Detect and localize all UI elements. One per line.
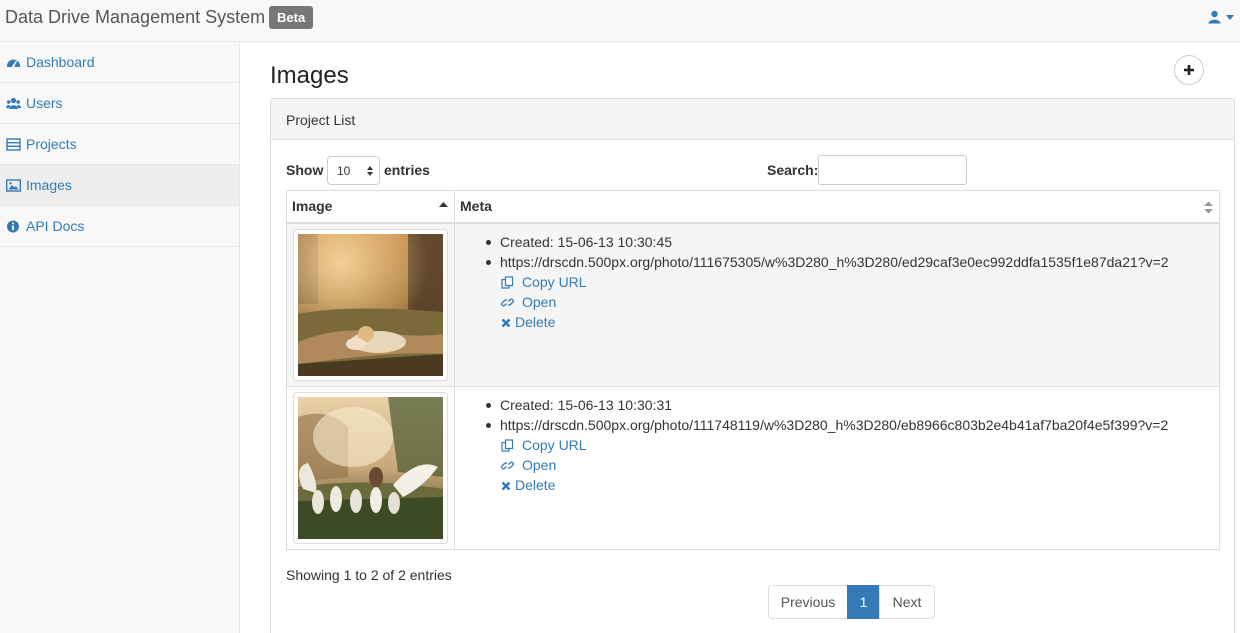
- sidebar: Dashboard Users Projects Images API Docs: [0, 42, 240, 633]
- sidebar-item-projects[interactable]: Projects: [0, 124, 239, 165]
- users-icon: [6, 97, 21, 109]
- column-header-image[interactable]: Image: [286, 190, 455, 224]
- sidebar-item-api-docs[interactable]: API Docs: [0, 206, 239, 247]
- column-label: Meta: [460, 198, 492, 215]
- open-label: Open: [522, 293, 557, 310]
- close-icon: [501, 318, 511, 327]
- image-thumbnail[interactable]: [293, 391, 448, 544]
- column-header-meta[interactable]: Meta: [454, 190, 1220, 224]
- copy-url-label: Copy URL: [522, 273, 587, 290]
- link-icon: [501, 461, 514, 469]
- close-icon: [501, 481, 511, 490]
- copy-icon: [501, 438, 514, 452]
- beta-badge: Beta: [269, 6, 314, 29]
- copy-url-link[interactable]: Copy URL: [455, 272, 1219, 292]
- open-link[interactable]: Open: [455, 455, 1219, 475]
- list-icon: [6, 138, 21, 151]
- table-row: Created: 15-06-13 10:30:31 https://drscd…: [286, 385, 1220, 550]
- open-link[interactable]: Open: [455, 292, 1219, 312]
- created-timestamp: Created: 15-06-13 10:30:45: [455, 232, 1219, 252]
- sort-both-icon: [1204, 201, 1213, 214]
- page-1-button[interactable]: 1: [847, 585, 880, 619]
- copy-icon: [501, 275, 514, 289]
- sidebar-item-dashboard[interactable]: Dashboard: [0, 42, 239, 83]
- delete-link[interactable]: Delete: [455, 312, 1219, 332]
- sidebar-item-label: Images: [26, 177, 72, 193]
- delete-link[interactable]: Delete: [455, 475, 1219, 495]
- image-url: https://drscdn.500px.org/photo/111675305…: [455, 252, 1219, 272]
- sidebar-item-label: Users: [26, 95, 63, 111]
- search-input[interactable]: [818, 155, 967, 185]
- column-label: Image: [292, 198, 333, 215]
- image-icon: [6, 179, 21, 192]
- photo-child-with-dog: [298, 233, 443, 376]
- page-size-select[interactable]: 10: [327, 156, 380, 185]
- show-label: Show: [286, 162, 324, 178]
- search-label: Search:: [767, 162, 819, 178]
- delete-label: Delete: [515, 313, 556, 330]
- table-row: Created: 15-06-13 10:30:45 https://drscd…: [286, 222, 1220, 387]
- table-info: Showing 1 to 2 of 2 entries: [286, 567, 452, 583]
- entries-label: entries: [384, 162, 430, 178]
- dashboard-icon: [7, 59, 20, 68]
- link-icon: [501, 298, 514, 306]
- sort-asc-icon: [439, 202, 448, 207]
- user-icon: [1208, 10, 1221, 24]
- plus-icon: [1184, 65, 1194, 75]
- next-page-button[interactable]: Next: [879, 585, 935, 619]
- sidebar-item-label: Projects: [26, 136, 77, 152]
- image-url: https://drscdn.500px.org/photo/111748119…: [455, 415, 1219, 435]
- open-label: Open: [522, 456, 557, 473]
- sidebar-item-users[interactable]: Users: [0, 83, 239, 124]
- previous-page-button[interactable]: Previous: [768, 585, 848, 619]
- copy-url-link[interactable]: Copy URL: [455, 435, 1219, 455]
- meta-list: Created: 15-06-13 10:30:31 https://drscd…: [455, 395, 1219, 495]
- app-title[interactable]: Data Drive Management System: [5, 6, 265, 28]
- copy-url-label: Copy URL: [522, 436, 587, 453]
- photo-geese-in-field: [298, 396, 443, 539]
- page-size-value: 10: [337, 164, 351, 178]
- sidebar-item-label: API Docs: [26, 218, 85, 234]
- images-table: Image Meta Created: 15-06-13 10:30:45 ht…: [286, 190, 1220, 550]
- add-image-button[interactable]: [1174, 55, 1204, 85]
- panel-title: Project List: [286, 112, 356, 128]
- sidebar-item-label: Dashboard: [26, 54, 95, 70]
- panel-heading: Project List: [271, 99, 1234, 140]
- sidebar-item-images[interactable]: Images: [0, 165, 239, 206]
- top-navbar: Data Drive Management System Beta: [0, 0, 1240, 42]
- select-arrows-icon: [367, 166, 373, 176]
- info-icon: [7, 220, 19, 233]
- meta-list: Created: 15-06-13 10:30:45 https://drscd…: [455, 232, 1219, 332]
- page-title: Images: [270, 62, 349, 89]
- chevron-down-icon: [1226, 15, 1234, 20]
- user-menu[interactable]: [1204, 9, 1234, 27]
- created-timestamp: Created: 15-06-13 10:30:31: [455, 395, 1219, 415]
- delete-label: Delete: [515, 476, 556, 493]
- project-list-panel: Project List Show 10 entries Search: Ima…: [270, 98, 1235, 633]
- image-thumbnail[interactable]: [293, 228, 448, 381]
